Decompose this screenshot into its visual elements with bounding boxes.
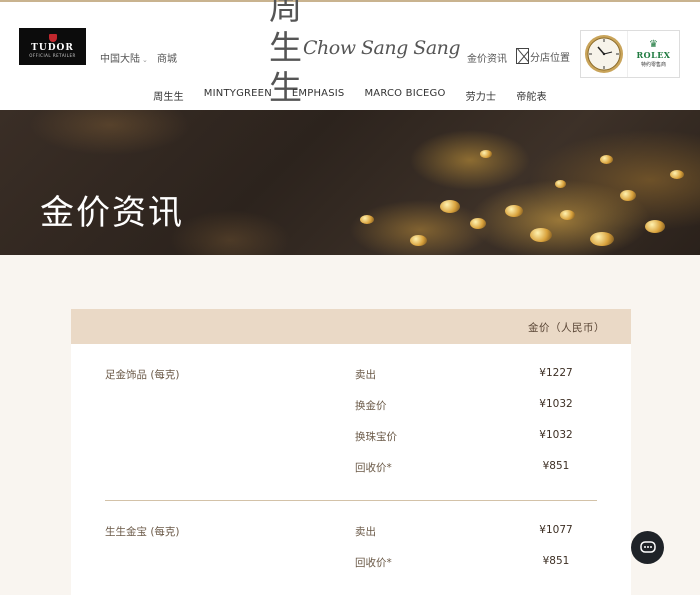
tudor-name: TUDOR <box>31 43 74 53</box>
gold-nugget-decoration <box>590 232 614 246</box>
gold-nugget-decoration <box>670 170 684 179</box>
hero-banner: 金价资讯 <box>0 110 700 255</box>
gold-nugget-decoration <box>480 150 492 158</box>
nav-item-emphasis[interactable]: EMPHASIS <box>292 88 345 103</box>
row-price: ¥851 <box>542 460 570 472</box>
mall-link[interactable]: 商城 <box>157 50 177 65</box>
region-selector[interactable]: 中国大陆 ⌄ <box>100 50 148 65</box>
gold-nugget-decoration <box>470 218 486 229</box>
group-name: 足金饰品 (每克) <box>105 369 180 381</box>
site-header: TUDOR OFFICIAL RETAILER 中国大陆 ⌄ 商城 周生生 Cho… <box>0 0 700 110</box>
rolex-clock-icon <box>581 31 627 77</box>
region-label: 中国大陆 <box>100 54 140 65</box>
gold-nugget-decoration <box>560 210 575 220</box>
table-header: 金价（人民币） <box>71 309 631 344</box>
rolex-plaque: ♛ ROLEX 特约零售商 <box>627 31 679 77</box>
brand-logo[interactable]: 周生生 Chow Sang Sang <box>269 0 461 107</box>
gold-nugget-decoration <box>600 155 613 164</box>
tudor-shield-icon <box>48 34 57 42</box>
gold-nugget-decoration <box>530 228 552 242</box>
gold-nugget-decoration <box>360 215 374 224</box>
group-name: 生生金宝 (每克) <box>105 526 180 538</box>
nav-item-rolex[interactable]: 劳力士 <box>466 88 497 103</box>
gold-nugget-decoration <box>555 180 566 188</box>
rolex-crown-icon: ♛ <box>649 39 658 50</box>
store-locator-link[interactable]: 分店位置 <box>516 48 570 64</box>
nav-item-marco-bicego[interactable]: MARCO BICEGO <box>364 88 445 103</box>
gold-nugget-decoration <box>620 190 636 201</box>
nav-item-chow-sang-sang[interactable]: 周生生 <box>153 88 184 103</box>
row-type: 回收价* <box>355 557 392 569</box>
row-price: ¥1032 <box>539 398 573 410</box>
row-type: 卖出 <box>355 526 376 538</box>
nav-item-tudor[interactable]: 帝舵表 <box>516 88 547 103</box>
store-locator-label: 分店位置 <box>530 52 570 64</box>
nav-item-mintygreen[interactable]: MINTYGREEN <box>204 88 272 103</box>
gold-price-table: 金价（人民币） 足金饰品 (每克) 卖出 ¥1227 换金价 ¥1032 换珠宝… <box>71 309 631 595</box>
row-type: 换金价 <box>355 400 387 412</box>
group-divider <box>105 500 597 501</box>
brand-logo-en: Chow Sang Sang <box>303 37 461 59</box>
chat-icon <box>639 540 656 553</box>
row-type: 换珠宝价 <box>355 431 397 443</box>
row-price: ¥851 <box>542 555 570 567</box>
page-title: 金价资讯 <box>40 193 184 233</box>
tudor-tag: OFFICIAL RETAILER <box>29 53 76 58</box>
chevron-down-icon: ⌄ <box>142 56 148 64</box>
gold-nugget-decoration <box>505 205 523 217</box>
rolex-name: ROLEX <box>636 50 671 60</box>
broken-image-icon <box>516 48 529 64</box>
column-header-price: 金价（人民币） <box>528 322 605 334</box>
main-nav: 周生生 MINTYGREEN EMPHASIS MARCO BICEGO 劳力士… <box>0 88 700 103</box>
rolex-tag: 特约零售商 <box>640 62 666 68</box>
row-price: ¥1227 <box>539 367 573 379</box>
row-price: ¥1077 <box>539 524 573 536</box>
chat-button[interactable] <box>631 531 664 564</box>
gold-nugget-decoration <box>645 220 665 233</box>
gold-nugget-decoration <box>440 200 460 213</box>
row-price: ¥1032 <box>539 429 573 441</box>
gold-price-link[interactable]: 金价资讯 <box>467 50 507 65</box>
row-type: 卖出 <box>355 369 376 381</box>
row-type: 回收价* <box>355 462 392 474</box>
tudor-retailer-badge[interactable]: TUDOR OFFICIAL RETAILER <box>19 28 86 65</box>
rolex-retailer-badge[interactable]: ♛ ROLEX 特约零售商 <box>580 30 680 78</box>
gold-nugget-decoration <box>410 235 427 246</box>
